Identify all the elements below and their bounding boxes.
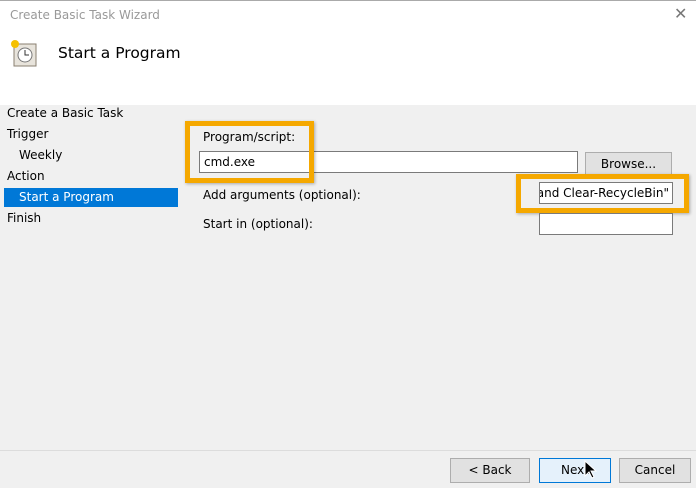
nav-create-basic-task[interactable]: Create a Basic Task <box>7 104 123 123</box>
nav-finish[interactable]: Finish <box>7 209 41 228</box>
nav-weekly[interactable]: Weekly <box>19 146 62 165</box>
nav-trigger[interactable]: Trigger <box>7 125 48 144</box>
divider <box>0 450 696 451</box>
back-button[interactable]: < Back <box>450 458 530 483</box>
mouse-cursor-icon <box>584 459 598 483</box>
browse-button[interactable]: Browse... <box>585 152 672 175</box>
highlight-program <box>185 121 314 183</box>
nav-action[interactable]: Action <box>7 167 45 186</box>
start-in-input[interactable] <box>539 213 673 235</box>
task-clock-icon <box>10 38 37 67</box>
start-in-label: Start in (optional): <box>203 217 313 231</box>
highlight-arguments <box>516 174 689 213</box>
page-title: Start a Program <box>58 44 181 62</box>
nav-start-a-program[interactable]: Start a Program <box>4 188 178 207</box>
window-title: Create Basic Task Wizard <box>10 8 160 22</box>
arguments-label: Add arguments (optional): <box>203 188 361 202</box>
next-button[interactable]: Next <box>539 458 611 483</box>
cancel-button[interactable]: Cancel <box>619 458 691 483</box>
close-button[interactable]: ✕ <box>674 4 687 23</box>
